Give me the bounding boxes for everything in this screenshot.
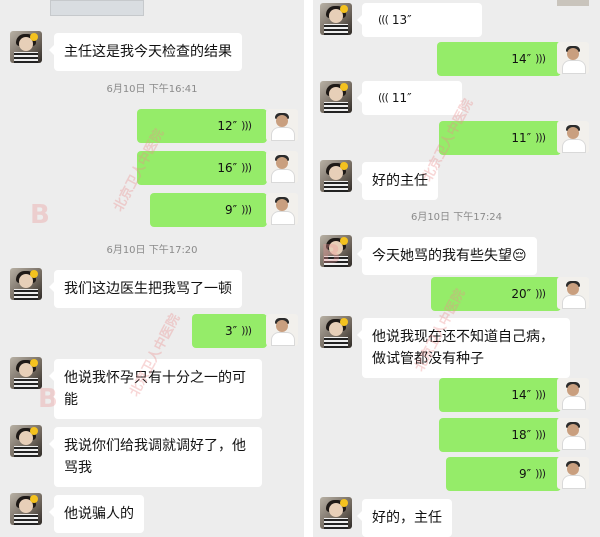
voice-wave-icon: ))) xyxy=(535,52,546,65)
patient-avatar[interactable] xyxy=(10,268,42,300)
left-chat-panel[interactable]: 主任这是我今天检查的结果 6月10日 下午16:41 12″))) 16″)))… xyxy=(0,0,304,537)
doctor-avatar[interactable] xyxy=(557,42,589,74)
incoming-text-message[interactable]: 他说我怀孕只有十分之一的可能 xyxy=(49,359,262,419)
message-text: 我们这边医生把我骂了一顿 xyxy=(64,281,232,297)
incoming-text-message[interactable]: 主任这是我今天检查的结果 xyxy=(49,33,242,71)
voice-duration: 11″ xyxy=(391,91,412,105)
voice-wave-icon: ))) xyxy=(535,467,546,480)
voice-duration: 9″ xyxy=(225,203,238,217)
timestamp: 6月10日 下午17:20 xyxy=(106,245,198,256)
message-text-line: 骂我 xyxy=(64,460,92,476)
message-text-line: 做试管都没有种子 xyxy=(372,351,484,367)
incoming-text-message[interactable]: 他说我现在还不知道自己病， 做试管都没有种子 xyxy=(357,318,570,378)
message-text: 好的主任 xyxy=(372,173,428,189)
patient-avatar[interactable] xyxy=(320,497,352,529)
incoming-text-message[interactable]: 好的，主任 xyxy=(357,499,452,537)
panel-divider xyxy=(304,0,313,537)
outgoing-voice-message[interactable]: 14″))) xyxy=(439,378,566,412)
voice-wave-icon: ((( xyxy=(378,91,389,104)
watermark-badge: B xyxy=(30,200,50,230)
disappointed-emoji-icon: 😔 xyxy=(512,248,527,264)
timestamp: 6月10日 下午17:24 xyxy=(410,212,503,223)
outgoing-voice-message[interactable]: 16″))) xyxy=(137,151,272,185)
doctor-avatar[interactable] xyxy=(557,457,589,489)
message-text-line: 他说我怀孕只有十分之一的可 xyxy=(64,370,246,386)
incoming-text-message[interactable]: 好的主任 xyxy=(357,162,438,200)
voice-wave-icon: ((( xyxy=(378,13,389,26)
message-text: 好的，主任 xyxy=(372,510,442,526)
outgoing-voice-message[interactable]: 20″))) xyxy=(431,277,566,311)
message-text-line: 他说我现在还不知道自己病， xyxy=(372,329,554,345)
voice-duration: 18″ xyxy=(511,428,532,442)
doctor-avatar[interactable] xyxy=(266,109,298,141)
voice-wave-icon: ))) xyxy=(535,131,546,144)
voice-duration: 13″ xyxy=(391,13,412,27)
message-text-line: 能 xyxy=(64,392,78,408)
voice-wave-icon: ))) xyxy=(535,388,546,401)
voice-wave-icon: ))) xyxy=(535,428,546,441)
voice-wave-icon: ))) xyxy=(535,287,546,300)
voice-wave-icon: ))) xyxy=(241,324,252,337)
patient-avatar[interactable] xyxy=(10,357,42,389)
voice-duration: 9″ xyxy=(519,467,532,481)
cropped-avatar-top xyxy=(557,0,589,6)
patient-avatar[interactable] xyxy=(10,493,42,525)
outgoing-voice-message[interactable]: 12″))) xyxy=(137,109,272,143)
outgoing-voice-message[interactable]: 9″))) xyxy=(150,193,272,227)
patient-avatar[interactable] xyxy=(10,31,42,63)
doctor-avatar[interactable] xyxy=(266,193,298,225)
shared-photo-thumbnail[interactable] xyxy=(50,0,144,16)
incoming-voice-message[interactable]: (((11″ xyxy=(357,81,462,115)
patient-avatar[interactable] xyxy=(320,316,352,348)
incoming-text-message[interactable]: 他说骗人的 xyxy=(49,495,144,533)
voice-duration: 14″ xyxy=(511,52,532,66)
voice-duration: 11″ xyxy=(511,131,532,145)
doctor-avatar[interactable] xyxy=(266,151,298,183)
voice-duration: 16″ xyxy=(217,161,238,175)
patient-avatar[interactable] xyxy=(320,235,352,267)
doctor-avatar[interactable] xyxy=(557,418,589,450)
voice-duration: 3″ xyxy=(225,324,238,338)
voice-wave-icon: ))) xyxy=(241,119,252,132)
outgoing-voice-message[interactable]: 3″))) xyxy=(192,314,272,348)
doctor-avatar[interactable] xyxy=(557,277,589,309)
voice-wave-icon: ))) xyxy=(241,203,252,216)
chat-screenshot: 主任这是我今天检查的结果 6月10日 下午16:41 12″))) 16″)))… xyxy=(0,0,600,537)
incoming-text-message[interactable]: 我说你们给我调就调好了，他 骂我 xyxy=(49,427,262,487)
patient-avatar[interactable] xyxy=(320,81,352,113)
message-text-line: 我说你们给我调就调好了，他 xyxy=(64,438,246,454)
outgoing-voice-message[interactable]: 18″))) xyxy=(439,418,566,452)
voice-wave-icon: ))) xyxy=(241,161,252,174)
outgoing-voice-message[interactable]: 9″))) xyxy=(446,457,566,491)
patient-avatar[interactable] xyxy=(320,160,352,192)
message-text: 今天她骂的我有些失望 xyxy=(372,248,512,264)
right-chat-panel[interactable]: (((13″ 14″))) (((11″ 11″))) 好的主任 6月10日 下… xyxy=(313,0,600,537)
incoming-text-message[interactable]: 我们这边医生把我骂了一顿 xyxy=(49,270,242,308)
doctor-avatar[interactable] xyxy=(266,314,298,346)
doctor-avatar[interactable] xyxy=(557,121,589,153)
incoming-text-message[interactable]: 今天她骂的我有些失望😔 xyxy=(357,237,537,275)
message-text: 主任这是我今天检查的结果 xyxy=(64,44,232,60)
timestamp: 6月10日 下午16:41 xyxy=(106,84,198,95)
incoming-voice-message[interactable]: (((13″ xyxy=(357,3,482,37)
voice-duration: 14″ xyxy=(511,388,532,402)
voice-duration: 12″ xyxy=(217,119,238,133)
patient-avatar[interactable] xyxy=(10,425,42,457)
doctor-avatar[interactable] xyxy=(557,378,589,410)
patient-avatar[interactable] xyxy=(320,3,352,35)
voice-duration: 20″ xyxy=(511,287,532,301)
message-text: 他说骗人的 xyxy=(64,506,134,522)
outgoing-voice-message[interactable]: 14″))) xyxy=(437,42,566,76)
outgoing-voice-message[interactable]: 11″))) xyxy=(439,121,566,155)
